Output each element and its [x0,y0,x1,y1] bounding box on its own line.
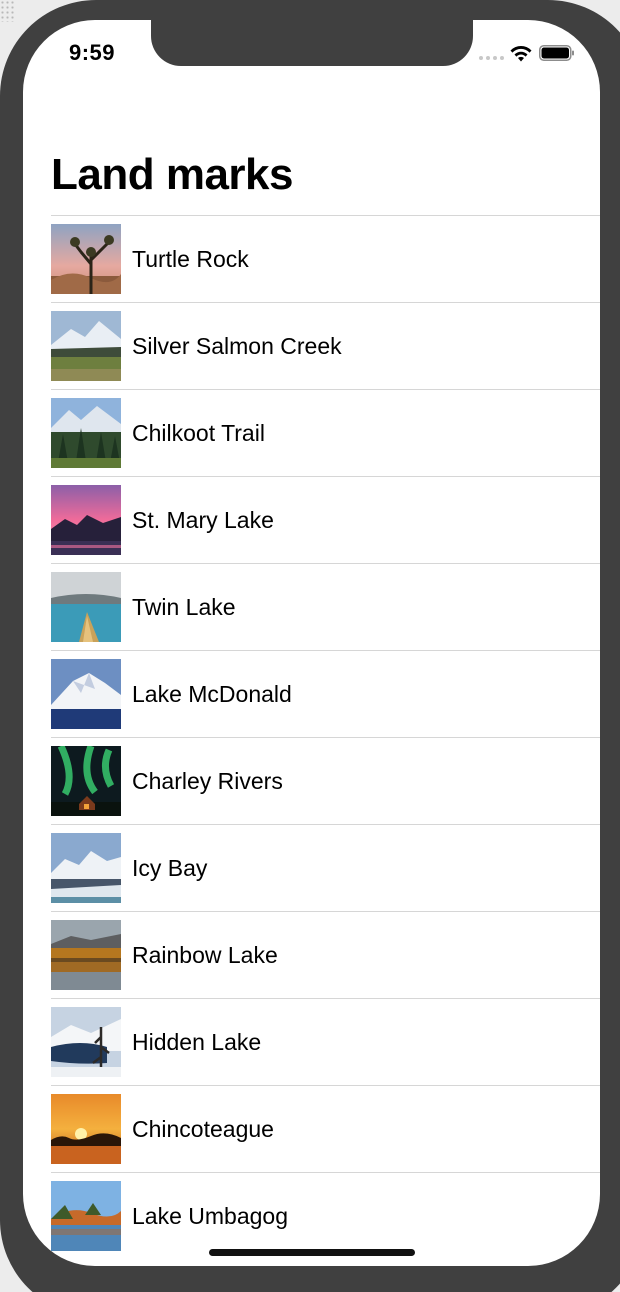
pink-sunset-lake-photo [51,485,121,555]
forest-mountain-photo [51,398,121,468]
landmark-name: Icy Bay [132,854,208,881]
home-indicator[interactable] [209,1249,415,1256]
northern-lights-cabin-photo [51,746,121,816]
landmark-name: Chilkoot Trail [132,419,265,446]
landmark-name: St. Mary Lake [132,506,274,533]
landmark-row[interactable]: Turtle Rock [51,215,600,302]
joshua-tree-desert-photo [51,224,121,294]
landmark-row[interactable]: Twin Lake [51,563,600,650]
landmark-name: Twin Lake [132,593,236,620]
landmark-row[interactable]: Chincoteague [51,1085,600,1172]
landmark-list: Turtle Rock Silver Salmon Creek Chilkoot… [51,215,600,1259]
landmark-row[interactable]: Chilkoot Trail [51,389,600,476]
phone-frame: 9:59 Land marks Turtle Rock Silver Salmo… [0,0,620,1292]
landmark-row[interactable]: Silver Salmon Creek [51,302,600,389]
landmark-row[interactable]: St. Mary Lake [51,476,600,563]
landmark-name: Silver Salmon Creek [132,332,342,359]
status-time: 9:59 [69,40,116,65]
landmark-row[interactable]: Lake Umbagog [51,1172,600,1259]
landmark-name: Charley Rivers [132,767,283,794]
screen: 9:59 Land marks Turtle Rock Silver Salmo… [23,20,600,1266]
landmark-name: Lake Umbagog [132,1202,288,1229]
autumn-lakeshore-photo [51,1181,121,1251]
landmark-row[interactable]: Charley Rivers [51,737,600,824]
landmark-name: Lake McDonald [132,680,292,707]
landmark-name: Turtle Rock [132,245,249,272]
landmark-row[interactable]: Hidden Lake [51,998,600,1085]
landmark-name: Hidden Lake [132,1028,262,1055]
snow-peak-lake-photo [51,659,121,729]
snowy-mountain-meadow-photo [51,311,121,381]
landmark-row[interactable]: Lake McDonald [51,650,600,737]
wifi-icon [510,46,532,62]
landmark-name: Chincoteague [132,1115,274,1142]
window-grip [0,0,14,22]
notch [151,20,473,66]
autumn-lake-reflection-photo [51,920,121,990]
orange-sunset-marsh-photo [51,1094,121,1164]
landmark-row[interactable]: Rainbow Lake [51,911,600,998]
battery-icon [539,45,574,61]
winter-lake-tree-photo [51,1007,121,1077]
glacier-mountain-photo [51,833,121,903]
landmark-name: Rainbow Lake [132,941,278,968]
canoe-on-blue-lake-photo [51,572,121,642]
page-title: Land marks [51,150,293,199]
landmark-row[interactable]: Icy Bay [51,824,600,911]
cellular-dots-icon [479,56,504,60]
